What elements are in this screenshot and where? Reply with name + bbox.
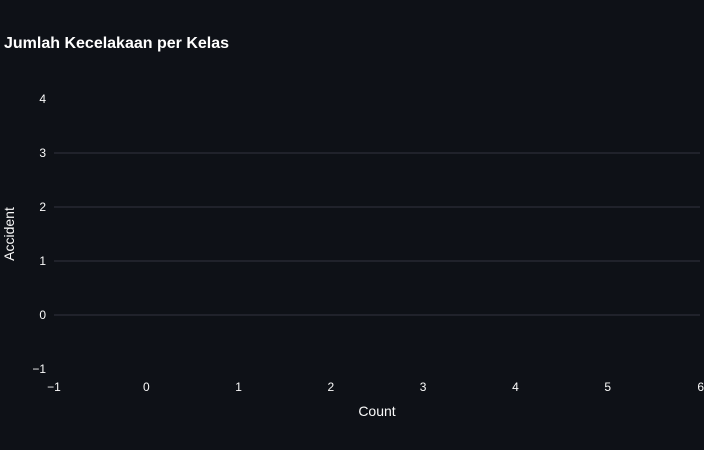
x-tick-label: 1 xyxy=(235,380,242,394)
y-tick-label: 2 xyxy=(39,200,46,214)
y-tick-label: 1 xyxy=(39,254,46,268)
grid-lines xyxy=(54,152,700,316)
x-axis-ticks: −1 0 1 2 3 4 5 6 xyxy=(47,380,704,394)
x-tick-label: 6 xyxy=(697,380,704,394)
chart-plot: −1 0 1 2 3 4 5 6 −1 0 1 2 3 4 Count Accident xyxy=(1,92,704,419)
x-axis-label: Count xyxy=(358,403,395,419)
x-tick-label: 2 xyxy=(328,380,335,394)
x-tick-label: 5 xyxy=(604,380,611,394)
y-axis-label: Accident xyxy=(1,207,17,261)
x-tick-label: 0 xyxy=(143,380,150,394)
chart-page: Jumlah Kecelakaan per Kelas −1 0 1 2 3 4 5 6 −1… xyxy=(0,0,704,450)
x-tick-label: 4 xyxy=(512,380,519,394)
x-tick-label: 3 xyxy=(420,380,427,394)
y-tick-label: 3 xyxy=(39,146,46,160)
y-tick-label: 0 xyxy=(39,308,46,322)
y-axis-ticks: −1 0 1 2 3 4 xyxy=(32,92,46,376)
y-tick-label: 4 xyxy=(39,92,46,106)
x-tick-label: −1 xyxy=(47,380,61,394)
y-tick-label: −1 xyxy=(32,362,46,376)
